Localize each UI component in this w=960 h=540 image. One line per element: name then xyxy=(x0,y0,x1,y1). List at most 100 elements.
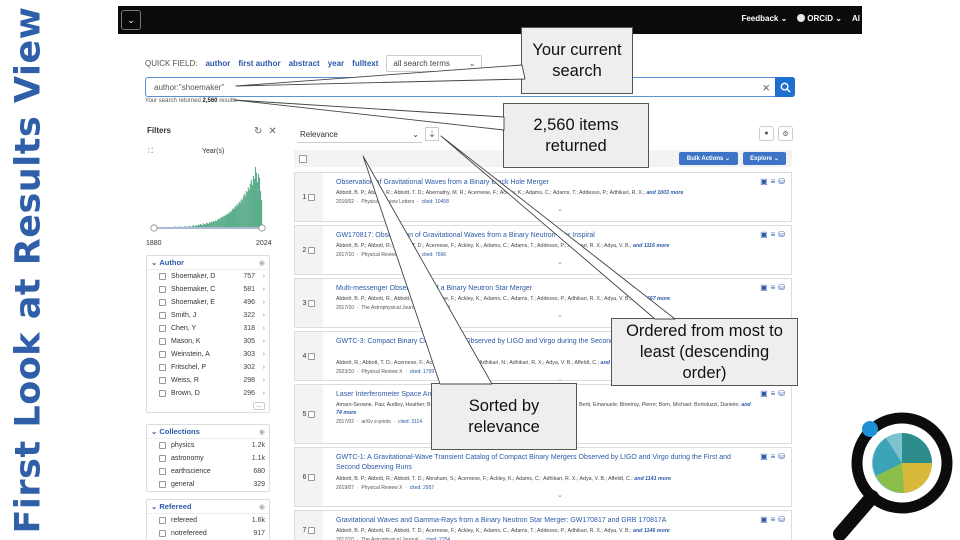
collections-facet-item[interactable]: astronomy 1.1k xyxy=(147,452,269,465)
search-input[interactable] xyxy=(154,81,744,94)
result-checkbox[interactable] xyxy=(308,299,316,307)
list-icon[interactable]: ≡ xyxy=(771,177,776,186)
pdf-icon[interactable]: ▣ xyxy=(760,452,768,461)
collections-facet-item[interactable]: earthscience 680 xyxy=(147,465,269,478)
checkbox[interactable] xyxy=(159,312,166,319)
quick-field-year[interactable]: year xyxy=(328,59,344,68)
alert-button[interactable]: ● xyxy=(759,126,774,141)
author-facet-item[interactable]: Shoemaker, C 581 › xyxy=(147,283,269,296)
explore-button[interactable]: Explore ⌄ xyxy=(743,152,786,165)
collections-facet-header[interactable]: ⌄ Collections ◉ xyxy=(147,425,269,439)
chevron-right-icon[interactable]: › xyxy=(255,390,265,397)
chevron-right-icon[interactable]: › xyxy=(255,286,265,293)
clear-icon[interactable]: × xyxy=(762,80,770,95)
close-icon[interactable]: ✕ xyxy=(268,126,276,137)
citations-link[interactable]: cited: 1799 xyxy=(410,369,434,375)
database-icon[interactable]: ⛁ xyxy=(778,389,785,398)
eye-icon[interactable]: ◉ xyxy=(259,259,265,267)
menu-chevron-icon[interactable]: ⌄ xyxy=(121,10,141,30)
result-checkbox[interactable] xyxy=(308,246,316,254)
citations-link[interactable]: cited: 2957 xyxy=(410,485,434,491)
database-icon[interactable]: ⛁ xyxy=(778,283,785,292)
sort-select[interactable]: Relevance ⌄ xyxy=(297,126,422,143)
eye-icon[interactable]: ◉ xyxy=(259,503,265,511)
result-checkbox[interactable] xyxy=(308,352,316,360)
pdf-icon[interactable]: ▣ xyxy=(760,230,768,239)
citations-link[interactable]: cited: 3114 xyxy=(398,419,422,425)
bulk-actions-button[interactable]: Bulk Actions ⌄ xyxy=(679,152,738,165)
checkbox[interactable] xyxy=(159,517,166,524)
chevron-right-icon[interactable]: › xyxy=(255,273,265,280)
eye-icon[interactable]: ◉ xyxy=(259,428,265,436)
more-authors-link[interactable]: and 1116 more xyxy=(633,243,669,249)
author-facet-item[interactable]: Mason, K 305 › xyxy=(147,335,269,348)
collections-facet-item[interactable]: physics 1.2k xyxy=(147,439,269,452)
checkbox[interactable] xyxy=(159,364,166,371)
list-icon[interactable]: ≡ xyxy=(771,283,776,292)
quick-field-author[interactable]: author xyxy=(205,59,230,68)
more-authors-link[interactable]: and 1003 more xyxy=(646,190,683,196)
settings-button[interactable]: ⚙ xyxy=(778,126,793,141)
result-checkbox[interactable] xyxy=(308,473,316,481)
search-terms-select[interactable]: all search terms ⌄ xyxy=(386,55,483,72)
citations-link[interactable]: cited: 10458 xyxy=(422,199,449,205)
list-icon[interactable]: ≡ xyxy=(771,389,776,398)
chevron-right-icon[interactable]: › xyxy=(255,351,265,358)
chevron-right-icon[interactable]: › xyxy=(255,325,265,332)
citations-link[interactable]: cited: 7666 xyxy=(422,252,446,258)
result-title-link[interactable]: Observation of Gravitational Waves from … xyxy=(336,178,746,188)
chevron-right-icon[interactable]: › xyxy=(255,312,265,319)
account-menu[interactable]: Al xyxy=(852,14,860,23)
more-authors-button[interactable]: ... xyxy=(253,402,265,410)
checkbox[interactable] xyxy=(159,273,166,280)
more-authors-link[interactable]: and 1141 more xyxy=(634,476,671,482)
refresh-icon[interactable]: ↻ xyxy=(254,126,262,137)
author-facet-item[interactable]: Brown, D 296 › xyxy=(147,387,269,400)
list-icon[interactable]: ≡ xyxy=(771,515,776,524)
chevron-right-icon[interactable]: › xyxy=(255,364,265,371)
result-title-link[interactable]: GW170817: Observation of Gravitational W… xyxy=(336,231,746,241)
expand-icon[interactable]: ⛶ xyxy=(148,148,153,156)
chevron-right-icon[interactable]: › xyxy=(255,299,265,306)
database-icon[interactable]: ⛁ xyxy=(778,452,785,461)
expand-abstract-icon[interactable]: ⌄ xyxy=(557,205,563,213)
author-facet-item[interactable]: Weiss, R 298 › xyxy=(147,374,269,387)
expand-abstract-icon[interactable]: ⌄ xyxy=(557,491,563,499)
refereed-facet-item[interactable]: notrefereed 917 xyxy=(147,527,269,540)
author-facet-item[interactable]: Shoemaker, E 496 › xyxy=(147,296,269,309)
result-checkbox[interactable] xyxy=(308,526,316,534)
checkbox[interactable] xyxy=(159,530,166,537)
checkbox[interactable] xyxy=(159,338,166,345)
author-facet-item[interactable]: Smith, J 322 › xyxy=(147,309,269,322)
database-icon[interactable]: ⛁ xyxy=(778,515,785,524)
chevron-right-icon[interactable]: › xyxy=(255,338,265,345)
database-icon[interactable]: ⛁ xyxy=(778,177,785,186)
pdf-icon[interactable]: ▣ xyxy=(760,177,768,186)
refereed-facet-header[interactable]: ⌄ Refereed ◉ xyxy=(147,500,269,514)
collections-facet-item[interactable]: general 329 xyxy=(147,478,269,491)
author-facet-item[interactable]: Chen, Y 318 › xyxy=(147,322,269,335)
pdf-icon[interactable]: ▣ xyxy=(760,389,768,398)
refereed-facet-item[interactable]: refereed 1.6k xyxy=(147,514,269,527)
more-authors-link[interactable]: and 1146 more xyxy=(633,528,670,534)
checkbox[interactable] xyxy=(159,481,166,488)
author-facet-item[interactable]: Shoemaker, D 757 › xyxy=(147,270,269,283)
list-icon[interactable]: ≡ xyxy=(771,452,776,461)
sort-direction-button[interactable]: ⇣ xyxy=(425,127,439,141)
chevron-right-icon[interactable]: › xyxy=(255,377,265,384)
search-button[interactable] xyxy=(775,77,795,97)
year-slider-min-handle[interactable] xyxy=(150,224,158,232)
orcid-menu[interactable]: ORCiD ⌄ xyxy=(797,14,842,23)
result-title-link[interactable]: Multi-messenger Observations of a Binary… xyxy=(336,284,746,294)
pdf-icon[interactable]: ▣ xyxy=(760,515,768,524)
expand-abstract-icon[interactable]: ⌄ xyxy=(557,311,563,319)
quick-field-first-author[interactable]: first author xyxy=(238,59,280,68)
more-authors-link[interactable]: and 3667 more xyxy=(633,296,670,302)
checkbox[interactable] xyxy=(159,455,166,462)
checkbox[interactable] xyxy=(159,390,166,397)
result-checkbox[interactable] xyxy=(308,193,316,201)
result-title-link[interactable]: Gravitational Waves and Gamma-Rays from … xyxy=(336,516,746,526)
year-histogram[interactable] xyxy=(148,160,268,232)
quick-field-abstract[interactable]: abstract xyxy=(289,59,320,68)
result-title-link[interactable]: GWTC-1: A Gravitational-Wave Transient C… xyxy=(336,453,746,473)
